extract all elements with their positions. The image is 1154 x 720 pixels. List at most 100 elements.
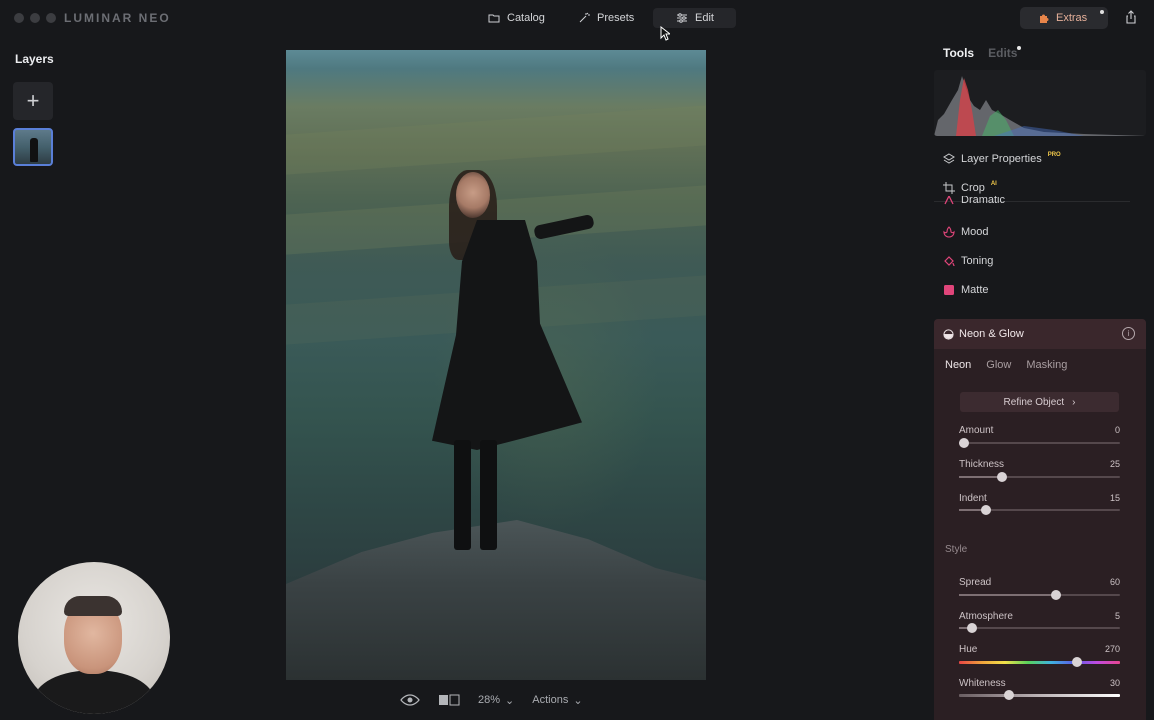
zoom-window-button[interactable] — [46, 13, 56, 23]
photo-ridge — [286, 105, 706, 175]
slider-spread[interactable] — [959, 590, 1120, 600]
top-bar: LUMINAR NEO Catalog Presets Edit Extras — [0, 0, 1154, 41]
notification-dot — [1100, 10, 1104, 14]
tab-neon[interactable]: Neon — [945, 359, 971, 371]
minimize-window-button[interactable] — [30, 13, 40, 23]
refine-object-button[interactable]: Refine Object › — [960, 392, 1119, 412]
photo-head — [456, 172, 490, 218]
tool-label: Crop — [961, 182, 985, 194]
zoom-dropdown[interactable]: 28% ⌄ — [478, 694, 514, 707]
slider-label-hue: Hue — [959, 644, 978, 655]
actions-label: Actions — [532, 694, 569, 706]
bottom-toolbar: 28% ⌄ Actions ⌄ — [400, 690, 583, 710]
neon-glow-title: Neon & Glow — [959, 328, 1024, 340]
tool-mood[interactable]: Mood — [943, 224, 989, 240]
tab-catalog[interactable]: Catalog — [478, 8, 555, 28]
slider-atmosphere[interactable] — [959, 623, 1120, 633]
tool-toning[interactable]: Toning — [943, 253, 993, 269]
tab-catalog-label: Catalog — [507, 12, 545, 24]
zoom-value: 28% — [478, 694, 501, 706]
ai-badge: AI — [990, 181, 997, 187]
crop-icon — [943, 182, 955, 194]
slider-handle[interactable] — [966, 623, 977, 633]
tab-edit[interactable]: Edit — [653, 8, 736, 28]
tool-dramatic[interactable]: Dramatic — [943, 196, 1005, 206]
matte-icon — [944, 285, 954, 295]
photo-leg — [454, 440, 471, 550]
slider-label-atmosphere: Atmosphere — [959, 611, 1013, 622]
layers-icon — [943, 153, 955, 164]
slider-value-spread: 60 — [1109, 577, 1120, 587]
neon-glow-tabs: Neon Glow Masking — [945, 359, 1067, 371]
webcam-hair — [64, 596, 122, 616]
slider-value-hue: 270 — [1104, 644, 1120, 654]
tool-layer-properties[interactable]: Layer Properties PRO — [943, 151, 1061, 167]
slider-value-amount: 0 — [1114, 425, 1120, 435]
slider-value-indent: 15 — [1109, 493, 1120, 503]
actions-dropdown[interactable]: Actions ⌄ — [532, 694, 582, 707]
slider-label-indent: Indent — [959, 493, 987, 504]
slider-fill — [959, 594, 1056, 596]
tab-edits[interactable]: Edits — [988, 46, 1017, 60]
slider-label-spread: Spread — [959, 577, 992, 588]
slider-whiteness[interactable] — [959, 690, 1120, 700]
slider-handle[interactable] — [1071, 657, 1082, 667]
slider-handle[interactable] — [1050, 590, 1061, 600]
share-icon[interactable] — [1124, 10, 1138, 24]
layer-thumbnail[interactable] — [13, 128, 53, 166]
neon-glow-icon — [943, 328, 954, 340]
thumbnail-figure — [30, 138, 38, 162]
sliders-icon — [677, 13, 687, 23]
photo-leg — [480, 440, 497, 550]
folder-icon — [488, 14, 500, 23]
slider-handle[interactable] — [997, 472, 1008, 482]
info-icon[interactable]: i — [1122, 327, 1135, 340]
mouse-cursor-icon — [660, 26, 670, 41]
puzzle-icon — [1040, 14, 1049, 23]
refine-object-label: Refine Object — [1003, 396, 1065, 408]
slider-value-atmosphere: 5 — [1114, 611, 1120, 621]
slider-label-thickness: Thickness — [959, 459, 1005, 470]
right-panel-tabs: Tools Edits — [943, 46, 1017, 60]
app-logo: LUMINAR NEO — [64, 11, 171, 25]
pro-badge: PRO — [1047, 152, 1061, 158]
neon-glow-header[interactable]: Neon & Glow i — [934, 319, 1146, 349]
style-section-label: Style — [945, 544, 968, 555]
slider-handle[interactable] — [1003, 690, 1014, 700]
slider-label-whiteness: Whiteness — [959, 678, 1006, 689]
tab-glow[interactable]: Glow — [986, 359, 1011, 371]
tool-label: Toning — [961, 255, 994, 267]
layers-title: Layers — [15, 52, 54, 66]
tool-matte[interactable]: Matte — [943, 282, 989, 298]
slider-handle[interactable] — [981, 505, 992, 515]
close-window-button[interactable] — [14, 13, 24, 23]
mood-icon — [943, 226, 955, 238]
slider-amount[interactable] — [958, 438, 1120, 448]
tab-masking[interactable]: Masking — [1026, 359, 1067, 371]
neon-glow-panel: Neon & Glow i Neon Glow Masking Refine O… — [934, 319, 1146, 720]
tool-label: Dramatic — [961, 196, 1006, 206]
tab-presets-label: Presets — [597, 12, 635, 24]
slider-label-amount: Amount — [959, 425, 994, 436]
eye-icon[interactable] — [400, 693, 420, 707]
add-layer-button[interactable]: + — [13, 82, 53, 120]
slider-indent[interactable] — [959, 505, 1120, 515]
compare-icon[interactable] — [438, 694, 460, 706]
extras-button[interactable]: Extras — [1020, 7, 1108, 29]
toning-icon — [944, 256, 955, 267]
tool-crop[interactable]: Crop AI — [943, 180, 997, 196]
extras-label: Extras — [1056, 12, 1088, 24]
slider-thickness[interactable] — [959, 472, 1120, 482]
tab-presets[interactable]: Presets — [568, 8, 644, 28]
dramatic-icon — [944, 196, 954, 205]
photo-legs — [448, 440, 504, 550]
tab-tools[interactable]: Tools — [943, 46, 974, 60]
tool-label: Layer Properties — [961, 153, 1042, 165]
photo-canvas[interactable] — [286, 50, 706, 680]
slider-fill — [959, 476, 1003, 478]
chevron-right-icon: › — [1072, 396, 1076, 408]
slider-hue[interactable] — [959, 657, 1120, 667]
slider-value-whiteness: 30 — [1109, 678, 1120, 688]
tool-label: Mood — [961, 226, 989, 238]
slider-handle[interactable] — [958, 438, 969, 448]
